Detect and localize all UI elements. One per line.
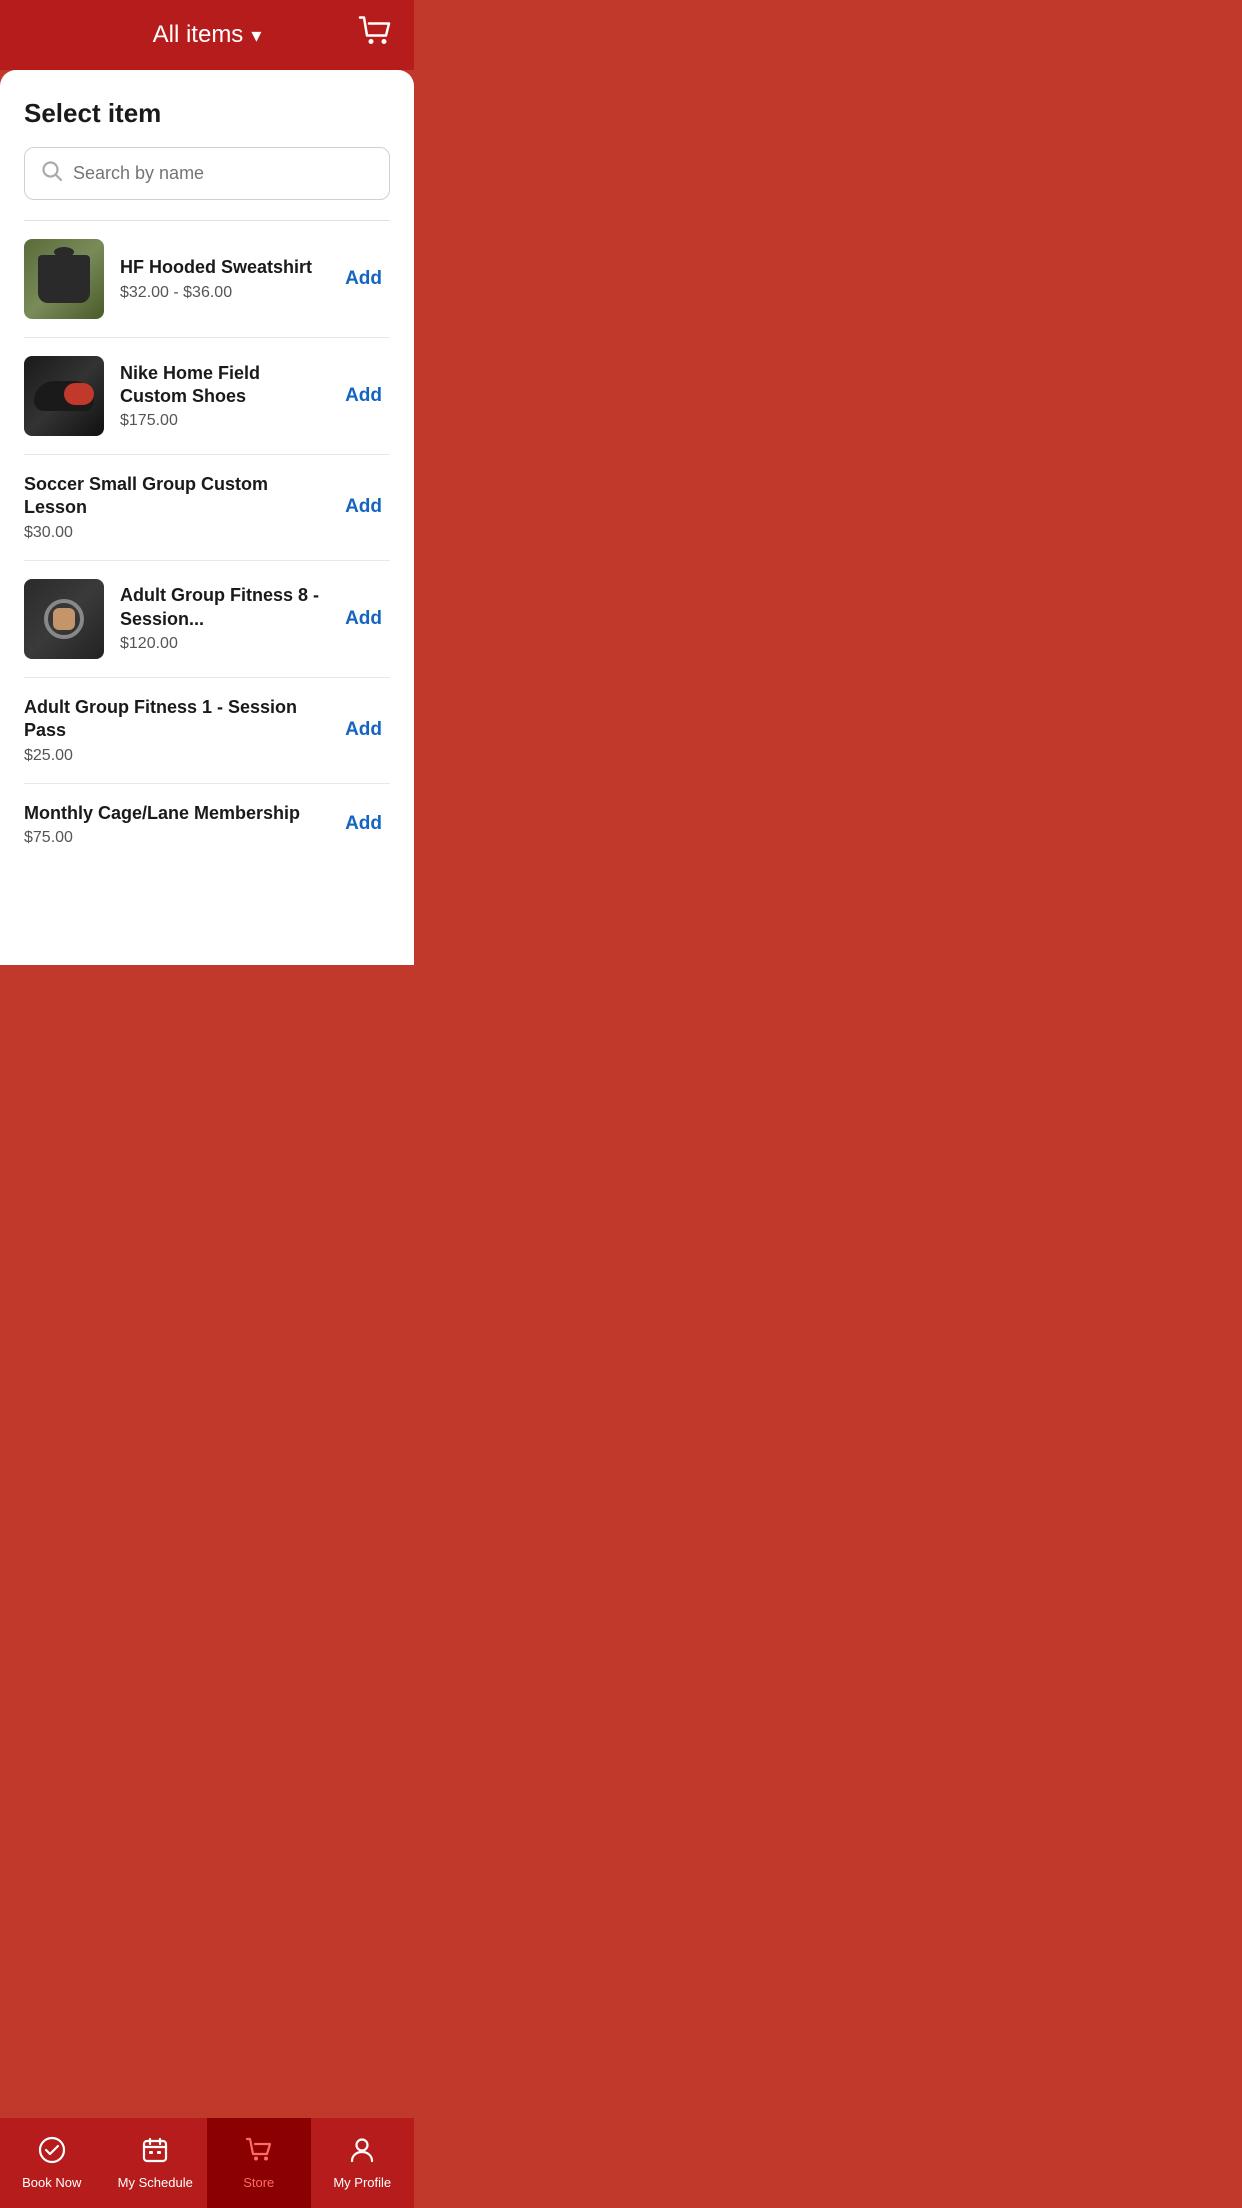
- product-name: Adult Group Fitness 8 - Session...: [120, 584, 321, 631]
- chevron-down-icon: ▾: [251, 23, 261, 48]
- list-item: HF Hooded Sweatshirt $32.00 - $36.00 Add: [24, 221, 390, 338]
- nav-label-my-profile: My Profile: [333, 2175, 391, 2190]
- main-card: Select item HF Hooded Sweatshirt $32.00 …: [0, 70, 414, 965]
- list-item: Nike Home Field Custom Shoes $175.00 Add: [24, 338, 390, 455]
- product-list: HF Hooded Sweatshirt $32.00 - $36.00 Add…: [24, 221, 390, 865]
- list-item: Soccer Small Group Custom Lesson $30.00 …: [24, 455, 390, 561]
- add-button[interactable]: Add: [337, 492, 390, 522]
- bottom-nav: Book Now My Schedule Store: [0, 2118, 414, 2208]
- nav-label-my-schedule: My Schedule: [118, 2175, 193, 2190]
- person-icon: [348, 2136, 376, 2169]
- list-item: Monthly Cage/Lane Membership $75.00 Add: [24, 784, 390, 865]
- product-info: HF Hooded Sweatshirt $32.00 - $36.00: [120, 256, 321, 301]
- header-title: All items: [153, 21, 244, 49]
- add-button[interactable]: Add: [337, 381, 390, 411]
- product-price: $32.00 - $36.00: [120, 284, 321, 302]
- search-input[interactable]: [73, 163, 373, 184]
- list-item: Adult Group Fitness 8 - Session... $120.…: [24, 561, 390, 678]
- nav-label-store: Store: [243, 2175, 274, 2190]
- product-info: Soccer Small Group Custom Lesson $30.00: [24, 473, 321, 542]
- product-price: $75.00: [24, 829, 321, 847]
- check-circle-icon: [38, 2136, 66, 2169]
- shoes-art: [34, 381, 94, 411]
- add-button[interactable]: Add: [337, 604, 390, 634]
- nav-label-book-now: Book Now: [22, 2175, 81, 2190]
- calendar-icon: [141, 2136, 169, 2169]
- product-price: $25.00: [24, 747, 321, 765]
- search-bar[interactable]: [24, 147, 390, 200]
- product-name: Monthly Cage/Lane Membership: [24, 802, 321, 825]
- product-info: Adult Group Fitness 8 - Session... $120.…: [120, 584, 321, 653]
- product-price: $120.00: [120, 635, 321, 653]
- add-button[interactable]: Add: [337, 264, 390, 294]
- product-info: Nike Home Field Custom Shoes $175.00: [120, 362, 321, 431]
- nav-item-my-schedule[interactable]: My Schedule: [104, 2118, 208, 2208]
- cart-icon[interactable]: [358, 16, 394, 55]
- product-image-sweatshirt: [24, 239, 104, 319]
- product-image-shoes: [24, 356, 104, 436]
- nav-item-my-profile[interactable]: My Profile: [311, 2118, 415, 2208]
- list-item: Adult Group Fitness 1 - Session Pass $25…: [24, 678, 390, 784]
- header: All items ▾: [0, 0, 414, 70]
- add-button[interactable]: Add: [337, 715, 390, 745]
- product-price: $30.00: [24, 524, 321, 542]
- product-info: Adult Group Fitness 1 - Session Pass $25…: [24, 696, 321, 765]
- cart-nav-icon: [245, 2136, 273, 2169]
- section-title: Select item: [24, 98, 390, 129]
- product-info: Monthly Cage/Lane Membership $75.00: [24, 802, 321, 847]
- product-image-fitness: [24, 579, 104, 659]
- product-price: $175.00: [120, 412, 321, 430]
- header-title-area[interactable]: All items ▾: [153, 21, 262, 49]
- add-button[interactable]: Add: [337, 809, 390, 839]
- product-name: Soccer Small Group Custom Lesson: [24, 473, 321, 520]
- search-icon: [41, 160, 63, 187]
- nav-item-store[interactable]: Store: [207, 2118, 311, 2208]
- fitness-art: [44, 599, 84, 639]
- sweatshirt-art: [38, 255, 90, 303]
- product-name: HF Hooded Sweatshirt: [120, 256, 321, 279]
- product-name: Adult Group Fitness 1 - Session Pass: [24, 696, 321, 743]
- product-name: Nike Home Field Custom Shoes: [120, 362, 321, 409]
- nav-item-book-now[interactable]: Book Now: [0, 2118, 104, 2208]
- fist-art: [53, 608, 75, 630]
